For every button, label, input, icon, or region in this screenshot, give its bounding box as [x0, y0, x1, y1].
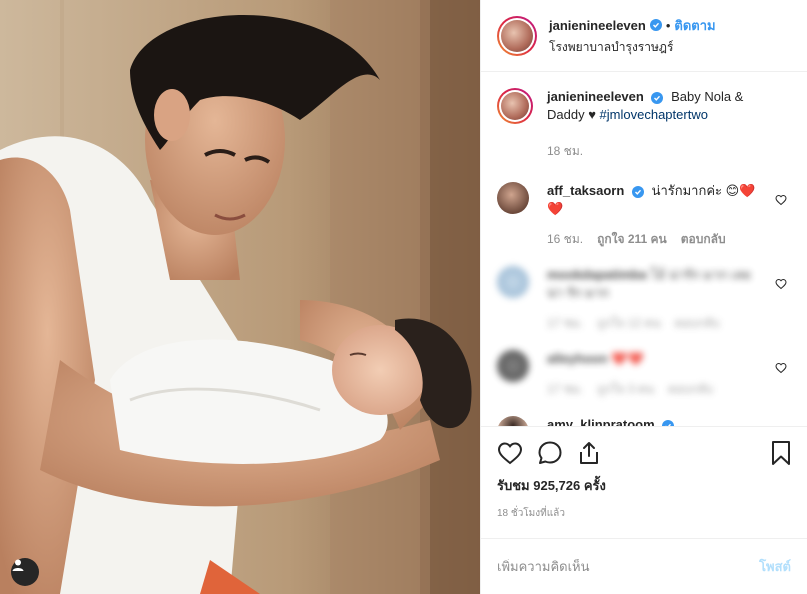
comment-item: amy_klinpratoom: [497, 416, 791, 426]
post-dialog: janienineeleven • ติดตาม โรงพยาบาลบำรุงร…: [0, 0, 807, 594]
reply-button[interactable]: ตอบกลับ: [675, 314, 720, 332]
comment-button[interactable]: [537, 435, 577, 471]
post-panel: janienineeleven • ติดตาม โรงพยาบาลบำรุงร…: [480, 0, 807, 594]
post-header: janienineeleven • ติดตาม โรงพยาบาลบำรุงร…: [481, 0, 807, 72]
comment-item: aff_taksaorn น่ารักมากค่ะ 😊❤️❤️ 16 ชม. ถ…: [497, 182, 791, 248]
comment-likes[interactable]: ถูกใจ 12 คน: [597, 314, 661, 332]
commenter-username[interactable]: mookdapatimba: [547, 267, 647, 282]
like-button[interactable]: [497, 435, 537, 471]
comments-list[interactable]: janienineeleven Baby Nola & Daddy ♥ #jml…: [481, 72, 807, 426]
commenter-avatar[interactable]: [497, 182, 529, 214]
caption-hashtag[interactable]: #jmlovechaptertwo: [600, 107, 708, 122]
separator-dot: •: [665, 17, 671, 33]
commenter-username[interactable]: alleyhoon: [547, 351, 608, 366]
comment-item: alleyhoon ❤️❤️ 17 ชม. ถูกใจ 3 คน ตอบกลับ: [497, 350, 791, 398]
author-avatar[interactable]: [497, 15, 537, 56]
comment-bubble-icon: [538, 441, 562, 464]
author-username[interactable]: janienineeleven: [549, 18, 646, 33]
verified-badge-icon: [631, 186, 644, 198]
post-actions: รับชม 925,726 ครั้ง 18 ชั่วโมงที่แล้ว: [481, 426, 807, 538]
share-button[interactable]: [577, 435, 617, 471]
comment-input[interactable]: [497, 559, 760, 574]
comment-likes[interactable]: ถูกใจ 3 คน: [597, 380, 654, 398]
post-video[interactable]: [0, 0, 480, 594]
comment-time: 16 ชม.: [547, 232, 584, 246]
share-icon: [580, 442, 598, 464]
comment-composer: โพสต์: [481, 538, 807, 594]
caption: janienineeleven Baby Nola & Daddy ♥ #jml…: [497, 88, 791, 160]
reply-button[interactable]: ตอบกลับ: [668, 380, 713, 398]
verified-badge-icon: [662, 420, 675, 426]
comment-likes[interactable]: ถูกใจ 211 คน: [597, 230, 667, 248]
comment-item: mookdapatimba โอ้ น่ารัก มาก เลย น่า รัก…: [497, 266, 791, 332]
follow-button[interactable]: ติดตาม: [674, 15, 715, 36]
save-button[interactable]: [751, 435, 791, 471]
user-tag-icon: [12, 559, 24, 571]
caption-avatar[interactable]: [497, 88, 533, 124]
commenter-username[interactable]: aff_taksaorn: [547, 183, 624, 198]
caption-username[interactable]: janienineeleven: [547, 89, 644, 104]
caption-time: 18 ชม.: [547, 144, 584, 158]
like-comment-heart-icon[interactable]: [775, 362, 787, 374]
heart-icon: [497, 442, 523, 465]
post-timestamp[interactable]: 18 ชั่วโมงที่แล้ว: [497, 506, 791, 521]
verified-badge-icon: [651, 92, 664, 104]
commenter-avatar[interactable]: [497, 416, 529, 426]
like-comment-heart-icon[interactable]: [775, 278, 787, 290]
like-comment-heart-icon[interactable]: [775, 194, 787, 206]
video-frame: [0, 0, 480, 594]
commenter-avatar[interactable]: [497, 266, 529, 298]
commenter-avatar[interactable]: [497, 350, 529, 382]
view-count[interactable]: รับชม 925,726 ครั้ง: [497, 475, 791, 496]
commenter-username[interactable]: amy_klinpratoom: [547, 417, 655, 426]
comment-time: 17 ชม.: [547, 316, 584, 330]
post-location[interactable]: โรงพยาบาลบำรุงราษฎร์: [549, 38, 716, 57]
reply-button[interactable]: ตอบกลับ: [681, 230, 726, 248]
post-comment-button[interactable]: โพสต์: [759, 556, 791, 577]
user-tag-button[interactable]: [11, 558, 39, 586]
comment-text: ❤️❤️: [611, 351, 644, 366]
verified-badge-icon: [649, 19, 662, 31]
bookmark-icon: [772, 441, 790, 465]
comment-time: 17 ชม.: [547, 382, 584, 396]
